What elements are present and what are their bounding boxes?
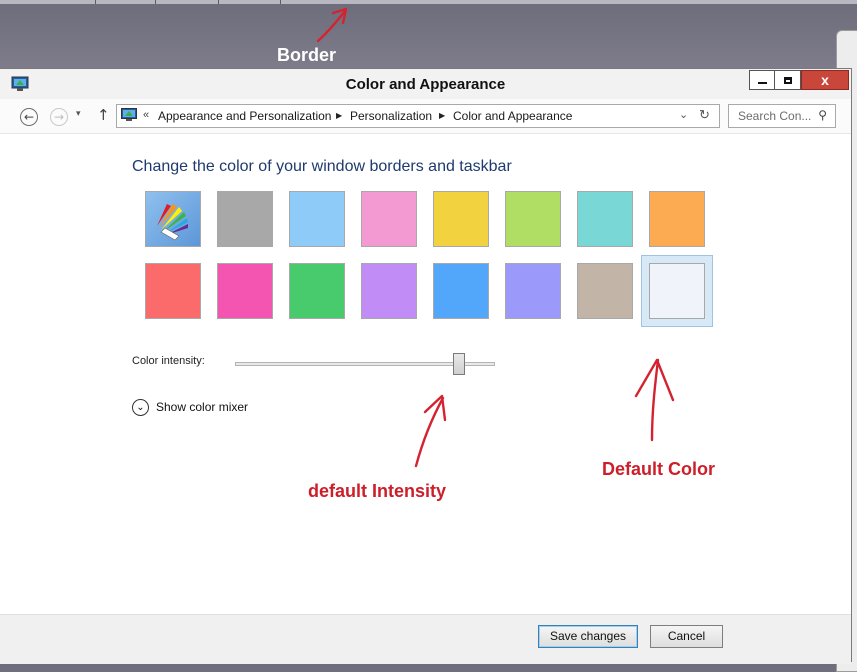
color-swatch-pink[interactable] xyxy=(361,191,417,247)
color-swatch-orange[interactable] xyxy=(649,191,705,247)
color-swatch-grid xyxy=(140,191,720,331)
close-button[interactable]: x xyxy=(801,70,849,90)
recent-locations-icon[interactable]: ▾ xyxy=(76,109,81,119)
window-title: Color and Appearance xyxy=(345,76,506,93)
color-swatch-magenta[interactable] xyxy=(217,263,273,319)
address-bar[interactable]: « Appearance and Personalization ▶ Perso… xyxy=(116,104,720,128)
color-swatch-taupe[interactable] xyxy=(577,263,633,319)
breadcrumb-arrow-icon[interactable]: ▶ xyxy=(336,111,342,120)
minimize-button[interactable] xyxy=(749,70,775,90)
search-placeholder: Search Con... xyxy=(738,109,812,123)
refresh-icon[interactable]: ↻ xyxy=(699,107,710,123)
slider-thumb[interactable] xyxy=(452,353,465,375)
color-swatch-periwinkle[interactable] xyxy=(505,263,561,319)
default-color-annotation: Default Color xyxy=(602,459,716,479)
color-swatch-emerald[interactable] xyxy=(289,263,345,319)
minimize-icon xyxy=(757,82,767,84)
back-button[interactable]: ← xyxy=(20,108,38,126)
color-swatch-blue[interactable] xyxy=(433,263,489,319)
breadcrumb-color-appearance[interactable]: Color and Appearance xyxy=(453,109,572,123)
forward-button[interactable]: → xyxy=(50,108,68,126)
color-swatch-yellow[interactable] xyxy=(433,191,489,247)
color-swatch-light-blue[interactable] xyxy=(289,191,345,247)
breadcrumb-appearance[interactable]: Appearance and Personalization xyxy=(158,109,331,123)
breadcrumb-arrow-icon[interactable]: ▶ xyxy=(439,111,445,120)
color-swatch-salmon[interactable] xyxy=(145,263,201,319)
color-swatch-teal[interactable] xyxy=(577,191,633,247)
chevron-down-icon[interactable]: ⌄ xyxy=(132,399,149,416)
title-bar[interactable]: Color and Appearance x xyxy=(0,69,851,99)
background-top-strip xyxy=(0,0,857,4)
intensity-annotation: default Intensity xyxy=(308,481,447,501)
close-icon: x xyxy=(821,72,829,88)
breadcrumb-overflow[interactable]: « xyxy=(143,109,149,121)
border-arrow xyxy=(316,7,348,43)
color-swatch-white[interactable] xyxy=(649,263,705,319)
save-changes-button[interactable]: Save changes xyxy=(538,625,638,648)
color-swatch-gray[interactable] xyxy=(217,191,273,247)
cancel-button[interactable]: Cancel xyxy=(650,625,723,648)
footer-bar: Save changes Cancel xyxy=(0,614,851,664)
up-arrow-icon[interactable]: ↑ xyxy=(97,106,110,124)
color-appearance-window: Color and Appearance x ← → ▾ ↑ « Appeara… xyxy=(0,68,852,664)
search-input[interactable]: Search Con... ⚲ xyxy=(728,104,836,128)
color-intensity-label: Color intensity: xyxy=(132,355,205,367)
color-swatch-violet[interactable] xyxy=(361,263,417,319)
navigation-bar: ← → ▾ ↑ « Appearance and Personalization… xyxy=(0,99,851,134)
color-palette-icon xyxy=(157,204,188,241)
breadcrumb-personalization[interactable]: Personalization xyxy=(350,109,432,123)
maximize-icon xyxy=(783,76,792,84)
search-icon[interactable]: ⚲ xyxy=(818,108,827,122)
color-swatch-green[interactable] xyxy=(505,191,561,247)
address-dropdown-icon[interactable]: ⌄ xyxy=(679,108,688,121)
border-annotation: Border xyxy=(277,45,337,65)
page-heading: Change the color of your window borders … xyxy=(132,158,512,175)
show-color-mixer-label[interactable]: Show color mixer xyxy=(156,400,248,414)
control-panel-icon xyxy=(121,108,137,121)
maximize-button[interactable] xyxy=(775,70,801,90)
color-swatch-automatic[interactable] xyxy=(145,191,201,247)
